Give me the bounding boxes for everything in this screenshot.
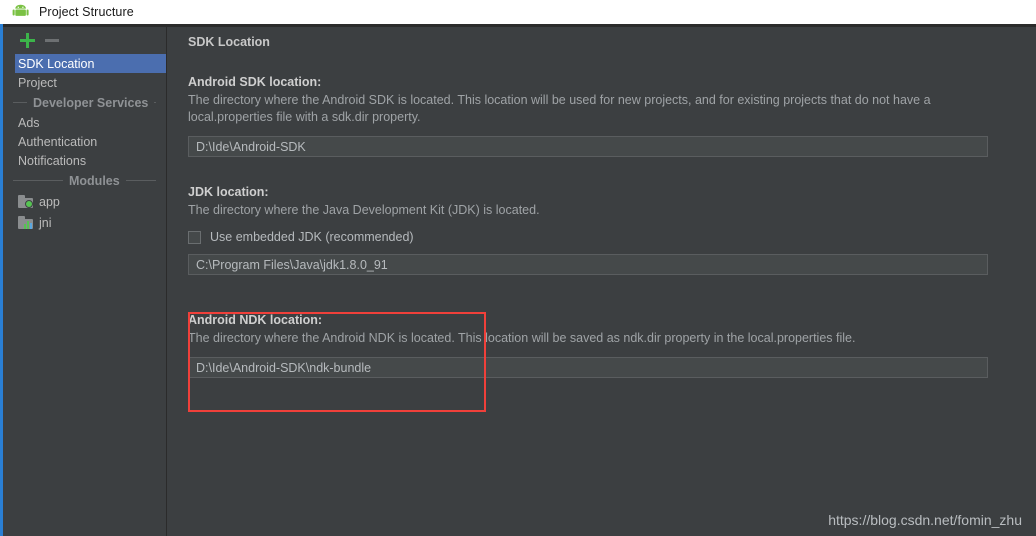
- sidebar-item-authentication[interactable]: Authentication: [3, 132, 166, 151]
- use-embedded-jdk-checkbox[interactable]: [188, 230, 201, 244]
- sidebar-nav-list: SDK Location Project Developer Services …: [3, 54, 166, 233]
- sidebar-item-sdk-location[interactable]: SDK Location: [15, 54, 166, 73]
- ndk-location-input[interactable]: D:\Ide\Android-SDK\ndk-bundle: [188, 357, 988, 378]
- section-heading: Android SDK location:: [188, 75, 322, 89]
- module-label: jni: [39, 215, 52, 230]
- sidebar-item-label: Project: [18, 75, 57, 90]
- sidebar-item-ads[interactable]: Ads: [3, 113, 166, 132]
- jdk-location-input[interactable]: C:\Program Files\Java\jdk1.8.0_91: [188, 254, 988, 275]
- sidebar: SDK Location Project Developer Services …: [3, 27, 166, 536]
- separator-rule-left: [13, 180, 63, 181]
- sidebar-item-label: Authentication: [18, 134, 98, 149]
- sidebar-separator-developer-services: Developer Services: [3, 92, 166, 113]
- separator-label: Modules: [69, 173, 120, 188]
- sidebar-item-module-jni[interactable]: jni: [3, 212, 166, 233]
- sidebar-item-label: SDK Location: [18, 56, 95, 71]
- section-description: The directory where the Android SDK is l…: [188, 93, 931, 124]
- window-title: Project Structure: [39, 5, 134, 19]
- sdk-location-input[interactable]: D:\Ide\Android-SDK: [188, 136, 988, 157]
- section-heading: JDK location:: [188, 185, 269, 199]
- window-titlebar: Project Structure: [0, 0, 1036, 24]
- section-jdk-location: JDK location: The directory where the Ja…: [188, 185, 988, 275]
- separator-rule-left: [13, 102, 27, 103]
- section-android-ndk-location: Android NDK location: The directory wher…: [188, 313, 988, 378]
- sidebar-separator-modules: Modules: [3, 170, 166, 191]
- section-description: The directory where the Android NDK is l…: [188, 331, 856, 345]
- main-panel: SDK Location Android SDK location: The d…: [167, 27, 1036, 536]
- watermark-text: https://blog.csdn.net/fomin_zhu: [828, 512, 1022, 528]
- project-structure-window: Project Structure SDK Location Project D…: [0, 0, 1036, 536]
- ndk-location-field-row: D:\Ide\Android-SDK\ndk-bundle: [188, 357, 988, 378]
- folder-green-dot-icon: [18, 195, 33, 208]
- sidebar-item-label: Notifications: [18, 153, 87, 168]
- folder-library-icon: [18, 216, 33, 229]
- sidebar-item-label: Ads: [18, 115, 40, 130]
- sidebar-item-notifications[interactable]: Notifications: [3, 151, 166, 170]
- add-module-button[interactable]: [20, 33, 35, 48]
- sdk-location-field-row: D:\Ide\Android-SDK: [188, 136, 988, 157]
- use-embedded-jdk-row[interactable]: Use embedded JDK (recommended): [188, 230, 988, 244]
- android-robot-icon: [12, 4, 30, 20]
- use-embedded-jdk-label: Use embedded JDK (recommended): [210, 230, 414, 244]
- section-description: The directory where the Java Development…: [188, 203, 540, 217]
- sidebar-item-module-app[interactable]: app: [3, 191, 166, 212]
- jdk-location-field-row: C:\Program Files\Java\jdk1.8.0_91: [188, 254, 988, 275]
- module-label: app: [39, 194, 60, 209]
- separator-rule-right: [125, 180, 156, 181]
- sidebar-toolbar: [3, 27, 166, 53]
- separator-rule-right: [154, 102, 156, 103]
- section-heading: Android NDK location:: [188, 313, 323, 327]
- separator-label: Developer Services: [33, 95, 149, 110]
- section-android-sdk-location: Android SDK location: The directory wher…: [188, 75, 988, 157]
- sidebar-item-project[interactable]: Project: [3, 73, 166, 92]
- remove-module-button[interactable]: [45, 39, 59, 42]
- page-title: SDK Location: [188, 35, 270, 49]
